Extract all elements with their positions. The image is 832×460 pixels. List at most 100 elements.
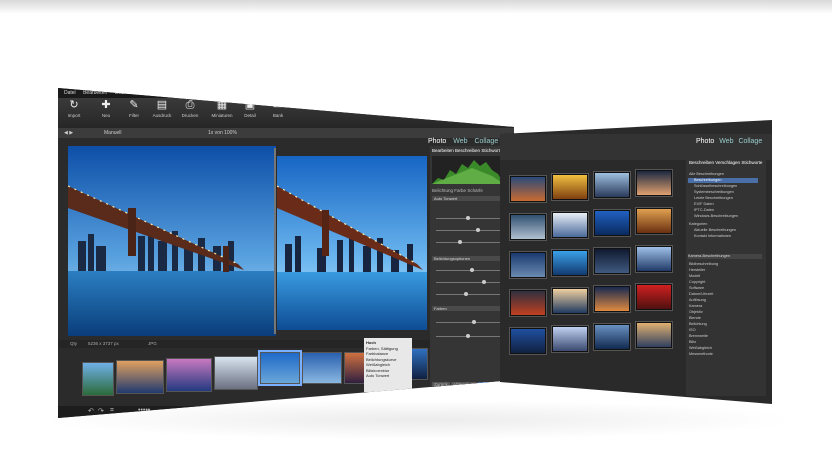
grid-thumb[interactable]	[594, 210, 630, 236]
filmstrip-thumb-selected[interactable]	[260, 352, 300, 384]
rotate-right-icon[interactable]: ↷	[98, 407, 104, 415]
grid-thumb[interactable]	[510, 328, 546, 354]
grid-thumb[interactable]	[636, 208, 672, 234]
menu-item-hilfe[interactable]: Hilfe	[258, 90, 268, 96]
grid-thumb[interactable]	[594, 286, 630, 312]
filmstrip-thumb[interactable]	[116, 360, 164, 394]
dropdown-item[interactable]: Auto Tonwert	[366, 373, 410, 379]
menu-item-ausdruck[interactable]: Ausdruck	[146, 90, 167, 96]
grid-thumb[interactable]	[636, 246, 672, 272]
filter-button[interactable]: ✎ Filter	[120, 100, 148, 119]
subtab-schaerfe[interactable]: Schärfe	[467, 188, 483, 193]
slider-8[interactable]	[436, 334, 500, 338]
grid-thumb[interactable]	[594, 172, 630, 198]
slider-3[interactable]	[436, 240, 500, 244]
rotate-left-icon[interactable]: ↶	[88, 407, 94, 415]
grid-thumb[interactable]	[552, 212, 588, 238]
section-belichtung[interactable]: Belichtungsoptionen	[432, 256, 506, 261]
subtab-belichtung[interactable]: Belichtung	[432, 188, 453, 193]
layout-button[interactable]: ▤ Ausdruck	[148, 100, 176, 119]
reset-button[interactable]: Zurück	[432, 382, 450, 387]
slider-4[interactable]	[436, 268, 500, 272]
page-button[interactable]: ▭ Bank	[264, 100, 292, 119]
field-label: Datum/Uhrzeit	[689, 292, 714, 296]
grid-thumb[interactable]	[636, 322, 672, 348]
filmstrip-thumb[interactable]	[302, 352, 342, 384]
menu-item-bearbeiten[interactable]: Bearbeiten	[83, 90, 107, 96]
filmstrip-thumb[interactable]	[214, 356, 258, 390]
tree-item[interactable]: Alle Beschreibungen	[689, 172, 724, 176]
menu-item-voreinstellungen[interactable]: Voreinstellungen	[214, 90, 251, 96]
tab-verschlagen[interactable]: Verschlagen	[715, 160, 740, 165]
tree-item[interactable]: Schlüsselbeschreibungen	[694, 184, 737, 188]
menu-item-bild[interactable]: Bild	[198, 90, 206, 96]
tree-item[interactable]: Kontakt Informationen	[694, 234, 731, 238]
photo-after[interactable]	[277, 156, 427, 330]
grid-thumb[interactable]	[510, 214, 546, 240]
grid-thumb[interactable]	[636, 170, 672, 196]
filmstrip-thumb[interactable]	[82, 362, 114, 396]
slider-6[interactable]	[436, 292, 500, 296]
menu-item-gestaltung[interactable]: Gestaltung	[115, 90, 139, 96]
tab-collage[interactable]: Collage	[738, 138, 762, 145]
grid-thumb[interactable]	[552, 250, 588, 276]
detail-button[interactable]: ▣ Detail	[236, 100, 264, 119]
tab-beschreiben[interactable]: Beschreiben	[689, 160, 714, 165]
grid-thumb[interactable]	[552, 288, 588, 314]
tree-item[interactable]: Windows-Beschreibungen	[694, 214, 738, 218]
grid-thumb[interactable]	[510, 290, 546, 316]
thumbnails-button[interactable]: ▦ Miniaturen	[208, 100, 236, 119]
tab-photo[interactable]: Photo	[428, 138, 446, 145]
filmstrip-thumb[interactable]	[410, 348, 428, 380]
grid-thumb[interactable]	[510, 252, 546, 278]
slider-1[interactable]	[436, 216, 500, 220]
tree-item-selected[interactable]: Beschreibungen	[694, 178, 721, 182]
slider-5[interactable]	[436, 280, 500, 284]
section-auto-tonwert[interactable]: Auto Tonwert	[432, 196, 506, 201]
tab-photo[interactable]: Photo	[696, 138, 714, 145]
field-label: Bildbeschreibung	[689, 262, 719, 266]
view-mode-select[interactable]: Manuell	[104, 130, 122, 136]
filmstrip-thumb[interactable]	[166, 358, 212, 392]
tree-item[interactable]: Letzte Beschreibungen	[694, 196, 733, 200]
tab-web[interactable]: Web	[719, 138, 733, 145]
slider-2[interactable]	[436, 228, 500, 232]
menu-bar: Datei Bearbeiten Gestaltung Ausdruck Ans…	[58, 88, 514, 98]
tree-item[interactable]: Kategorien	[689, 222, 707, 226]
grid-thumb[interactable]	[552, 174, 588, 200]
menu-item-ansicht[interactable]: Ansicht	[174, 90, 190, 96]
tree-item[interactable]: Systembeschreibungen	[694, 190, 734, 194]
tree-item[interactable]: IPTC-Daten	[694, 208, 714, 212]
tab-web[interactable]: Web	[453, 138, 467, 145]
photo-before[interactable]	[68, 146, 276, 336]
grid-thumb[interactable]	[510, 176, 546, 202]
field-label: Kamera	[689, 304, 703, 308]
tab-collage[interactable]: Collage	[474, 138, 498, 145]
menu-item-datei[interactable]: Datei	[64, 90, 76, 96]
grid-thumb[interactable]	[552, 326, 588, 352]
grid-thumb[interactable]	[594, 324, 630, 350]
tab-stichworte[interactable]: Stichworte	[481, 148, 502, 153]
section-farben[interactable]: Farben	[432, 306, 506, 311]
tab-bearbeiten[interactable]: Bearbeiten	[432, 148, 454, 153]
zoom-select[interactable]: 1x von 100%	[208, 130, 237, 136]
subtab-farbe[interactable]: Farbe	[454, 188, 466, 193]
cancel-button[interactable]: Abbrechen	[451, 382, 477, 387]
print-button[interactable]: ⎙ Drucken	[176, 100, 204, 119]
adjustment-dropdown[interactable]: Hoch Farben, Sättigung Farbbalance Belic…	[364, 338, 412, 392]
new-button[interactable]: ✚ Neu	[92, 100, 120, 119]
back-icon[interactable]: ◀ ▶	[64, 130, 73, 136]
tab-beschreiben[interactable]: Beschreiben	[455, 148, 480, 153]
save-button[interactable]: Speichern	[478, 382, 503, 387]
split-divider[interactable]	[274, 148, 276, 334]
import-button[interactable]: ↻ Import	[60, 99, 88, 119]
section-header[interactable]: Kamera-Beschreibungen	[688, 254, 762, 259]
field-label: Belichtung	[689, 322, 707, 326]
tab-stichworte[interactable]: Stichworte	[741, 160, 762, 165]
grid-thumb[interactable]	[594, 248, 630, 274]
grid-thumb[interactable]	[636, 284, 672, 310]
refresh-icon: ↻	[69, 99, 79, 111]
tree-item[interactable]: EXIF Daten	[694, 202, 714, 206]
tree-item[interactable]: Aktuelle Beschreibungen	[694, 228, 736, 232]
slider-7[interactable]	[436, 320, 500, 324]
